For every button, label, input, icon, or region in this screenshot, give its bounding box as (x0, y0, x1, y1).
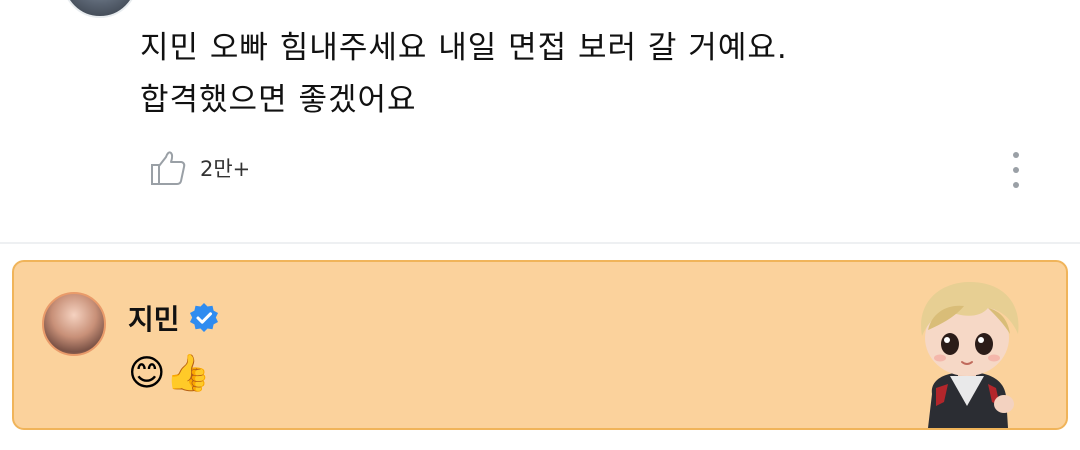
reply-author-name: 지민 (128, 303, 180, 336)
verified-badge-icon (189, 303, 218, 332)
character-sticker (921, 282, 1019, 428)
comment-text-line-2: 합격했으면 좋겠어요 (140, 82, 417, 118)
thumbs-up-outline-icon (151, 151, 186, 185)
reply-author: 지민 (128, 298, 220, 338)
creator-reply-card: 지민 😊👍 (12, 260, 1068, 430)
more-options-icon[interactable] (1004, 150, 1028, 190)
reply-author-avatar[interactable] (42, 292, 106, 356)
like-button[interactable]: 2만+ (148, 148, 250, 188)
commenter-avatar[interactable] (62, 0, 138, 18)
comment-text-line-1: 지민 오빠 힘내주세요 내일 면접 보러 갈 거예요. (140, 30, 788, 66)
reply-message: 😊👍 (128, 353, 211, 394)
comment-text: 지민 오빠 힘내주세요 내일 면접 보러 갈 거예요. 합격했으면 좋겠어요 (140, 22, 1020, 126)
like-count: 2만+ (200, 157, 251, 181)
divider (0, 242, 1080, 244)
